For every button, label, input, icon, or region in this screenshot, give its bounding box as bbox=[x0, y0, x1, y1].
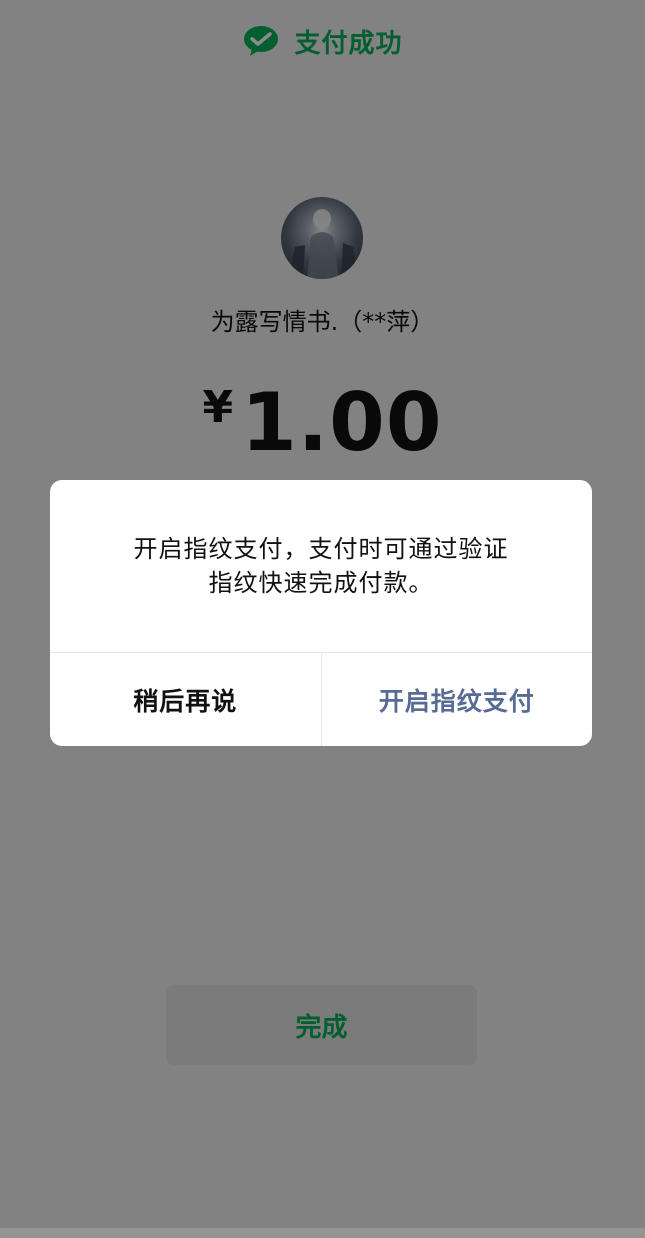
fingerprint-pay-dialog: 开启指纹支付，支付时可通过验证 指纹快速完成付款。 稍后再说 开启指纹支付 bbox=[50, 480, 592, 746]
dialog-message: 开启指纹支付，支付时可通过验证 指纹快速完成付款。 bbox=[80, 532, 562, 600]
dialog-message-line-1: 开启指纹支付，支付时可通过验证 bbox=[133, 535, 509, 563]
dialog-message-line-2: 指纹快速完成付款。 bbox=[208, 569, 434, 597]
enable-fingerprint-button[interactable]: 开启指纹支付 bbox=[322, 653, 593, 746]
later-button[interactable]: 稍后再说 bbox=[50, 653, 322, 746]
dialog-actions: 稍后再说 开启指纹支付 bbox=[50, 652, 592, 746]
bottom-bar bbox=[0, 1228, 645, 1238]
